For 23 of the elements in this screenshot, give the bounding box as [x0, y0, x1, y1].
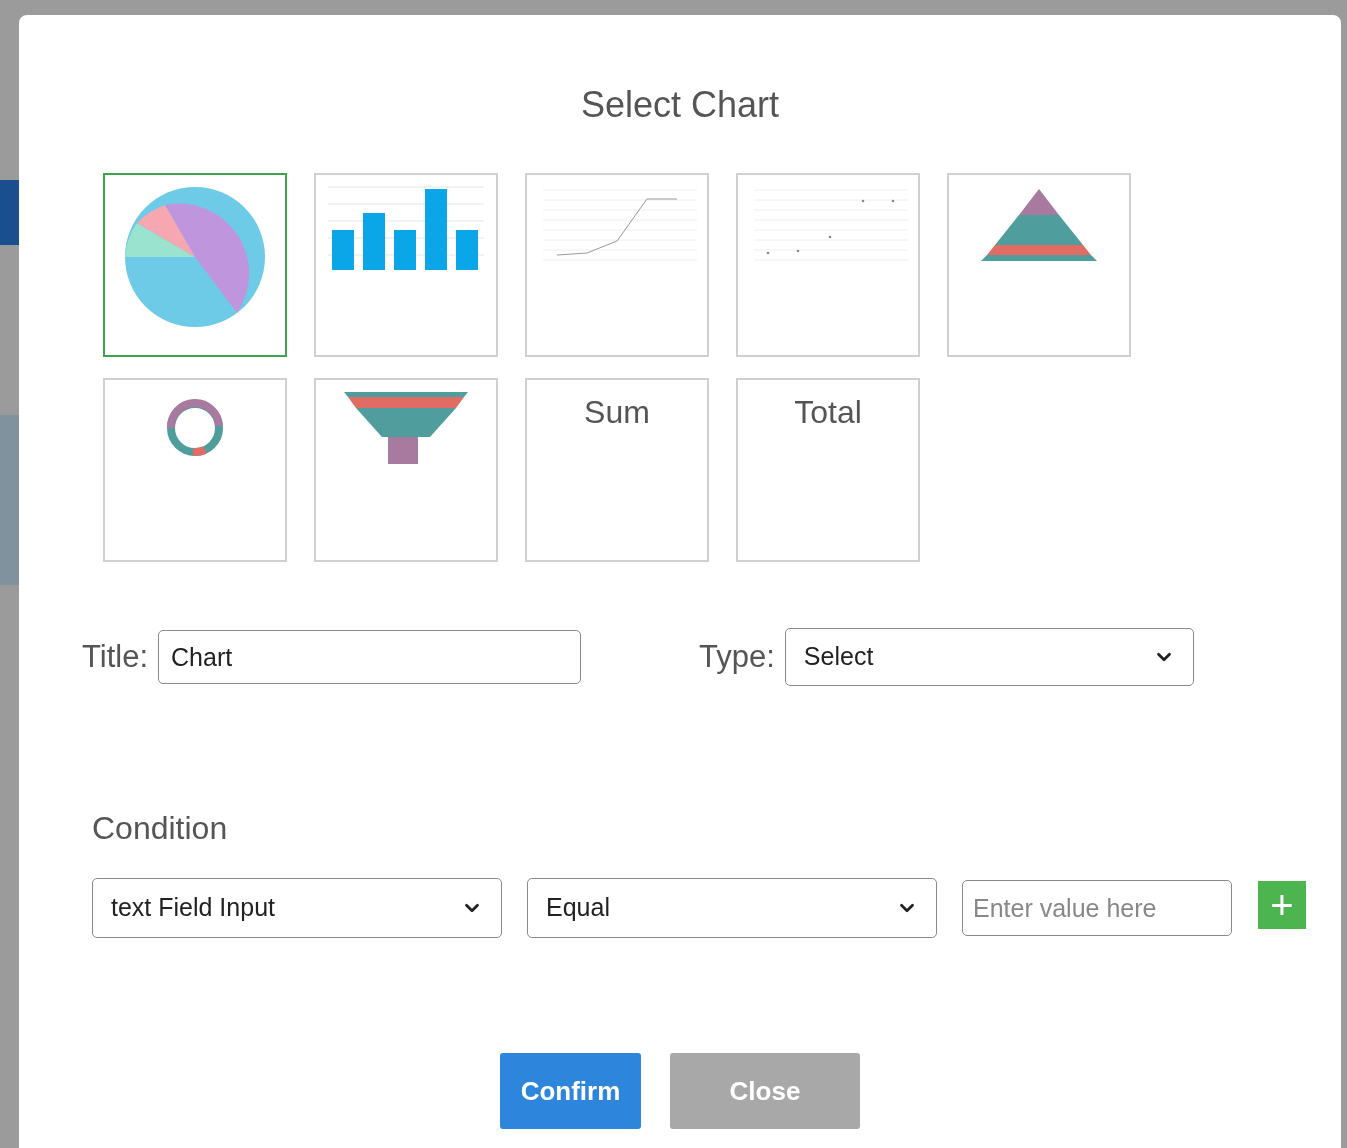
- field-label: Title:: [82, 637, 149, 676]
- select-dropdown[interactable]: Equal: [527, 878, 937, 938]
- pie-chart-icon: [123, 185, 267, 329]
- chart-option[interactable]: Total: [736, 378, 920, 562]
- chart-option[interactable]: [103, 173, 287, 357]
- dialog-title: Select Chart: [580, 87, 780, 123]
- funnel-chart-icon: [344, 392, 468, 464]
- chart-option-label: Total: [794, 393, 862, 432]
- select-dropdown[interactable]: text Field Input: [92, 878, 502, 938]
- select-dropdown[interactable]: Select: [784, 628, 1194, 686]
- field-label: Type:: [699, 637, 775, 676]
- background-panel: [0, 180, 19, 245]
- confirm-button[interactable]: Confirm: [500, 1053, 641, 1129]
- title-input[interactable]: Chart: [158, 630, 582, 684]
- chart-option-label: Sum: [584, 393, 650, 432]
- value-input[interactable]: Enter value here: [962, 880, 1232, 936]
- chart-option[interactable]: [103, 378, 287, 562]
- donut-chart-icon: [165, 398, 225, 458]
- section-heading: Condition: [92, 809, 229, 848]
- chart-option[interactable]: Sum: [525, 378, 709, 562]
- chart-option[interactable]: [314, 378, 498, 562]
- chart-option[interactable]: [314, 173, 498, 357]
- chart-option[interactable]: [947, 173, 1131, 357]
